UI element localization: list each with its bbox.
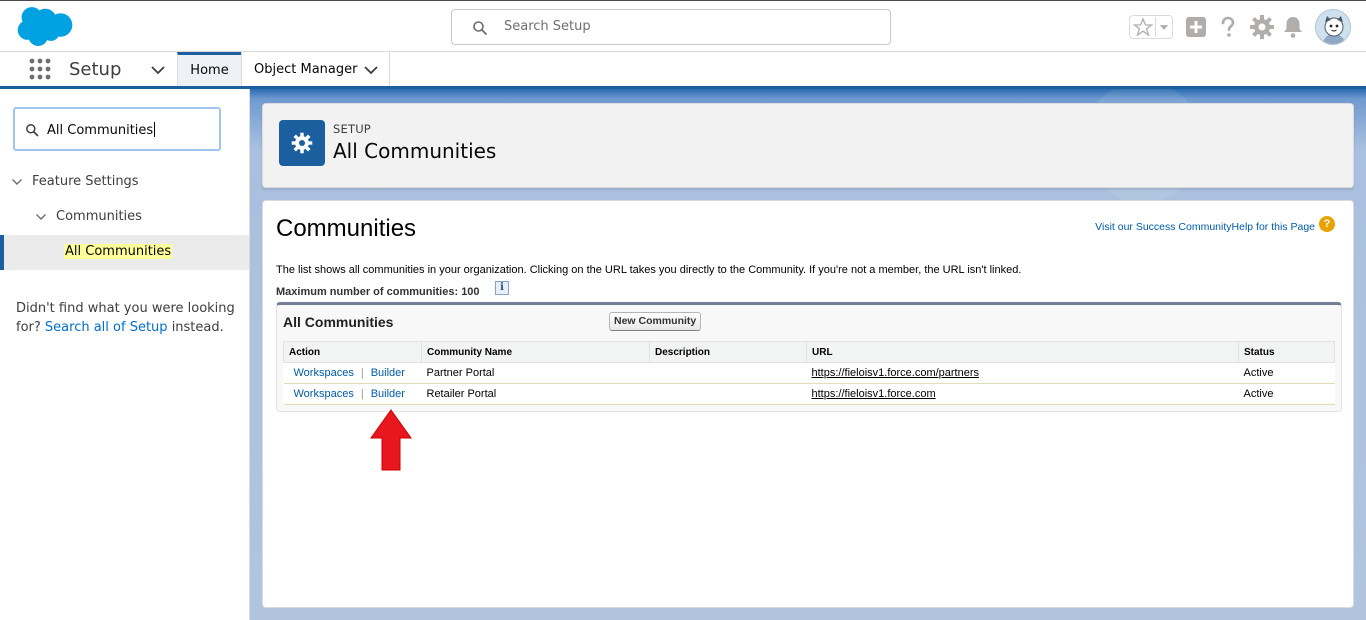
- page-eyebrow: SETUP: [333, 122, 371, 136]
- app-name: Setup: [69, 59, 122, 80]
- column-header-url: URL: [806, 341, 1239, 363]
- action-cell: Workspaces | Builder: [283, 362, 422, 384]
- search-setup-input[interactable]: Search Setup: [451, 9, 891, 45]
- salesforce-logo-icon[interactable]: [16, 7, 74, 47]
- chevron-down-icon[interactable]: [35, 211, 47, 223]
- tree-item-label: Feature Settings: [32, 174, 139, 189]
- tree-item-label: All Communities: [64, 244, 173, 259]
- quick-find-value: All Communities: [47, 122, 156, 138]
- add-icon[interactable]: [1182, 13, 1210, 41]
- page-header: SETUP All Communities: [262, 103, 1354, 188]
- gear-icon: [291, 132, 313, 154]
- search-icon: [473, 21, 487, 35]
- tab-home[interactable]: Home: [177, 52, 241, 86]
- global-header: Search Setup: [0, 0, 1366, 52]
- workspaces-link[interactable]: Workspaces: [294, 367, 354, 379]
- setup-gear-icon: [279, 120, 325, 166]
- tab-object-manager-label: Object Manager: [254, 62, 358, 77]
- app-launcher-icon[interactable]: [29, 58, 51, 80]
- star-icon[interactable]: [1132, 17, 1154, 37]
- help-links: Visit our Success CommunityHelp for this…: [1095, 221, 1315, 233]
- builder-link[interactable]: Builder: [371, 388, 405, 400]
- list-title: All Communities: [283, 314, 394, 330]
- red-up-arrow-annotation-icon: [370, 409, 412, 471]
- context-bar: Setup Home Object Manager: [0, 52, 1366, 89]
- builder-link[interactable]: Builder: [371, 367, 405, 379]
- status-cell: Active: [1238, 362, 1335, 384]
- quick-find-input[interactable]: All Communities: [13, 107, 221, 151]
- tree-item-label: Communities: [56, 209, 142, 224]
- help-for-page-link[interactable]: Help for this Page: [1232, 221, 1315, 233]
- chevron-down-icon[interactable]: [363, 63, 379, 77]
- workspaces-link[interactable]: Workspaces: [294, 388, 354, 400]
- column-header-description: Description: [649, 341, 807, 363]
- column-header-community-name[interactable]: Community Name: [421, 341, 650, 363]
- url-cell: https://fieloisv1.force.com/partners: [806, 362, 1239, 384]
- column-header-action: Action: [283, 341, 422, 363]
- description-text: The list shows all communities in your o…: [276, 264, 1022, 276]
- success-community-link[interactable]: Visit our Success Community: [1095, 221, 1231, 233]
- communities-table: Action Community Name Description URL St…: [283, 341, 1335, 405]
- gear-icon[interactable]: [1248, 13, 1276, 41]
- community-name-cell: Partner Portal: [421, 362, 650, 384]
- communities-content-card: Communities Visit our Success CommunityH…: [262, 200, 1354, 608]
- community-url-link[interactable]: https://fieloisv1.force.com/partners: [812, 367, 980, 379]
- table-row: Workspaces | Builder Partner Portal https:…: [283, 362, 1335, 384]
- tree-item-all-communities[interactable]: All Communities: [0, 235, 249, 270]
- table-header-row: Action Community Name Description URL St…: [283, 341, 1335, 363]
- search-placeholder: Search Setup: [504, 19, 591, 34]
- help-question-icon[interactable]: ?: [1319, 216, 1335, 232]
- tree-item-feature-settings[interactable]: Feature Settings: [0, 165, 249, 200]
- page-title: All Communities: [333, 139, 497, 163]
- tab-home-label: Home: [190, 63, 229, 78]
- community-url-link[interactable]: https://fieloisv1.force.com: [812, 388, 936, 400]
- url-cell: https://fieloisv1.force.com: [806, 383, 1239, 405]
- description-cell: [649, 383, 807, 405]
- tree-item-communities[interactable]: Communities: [0, 200, 249, 235]
- community-name-cell: Retailer Portal: [421, 383, 650, 405]
- not-found-suffix: instead.: [171, 320, 224, 335]
- text-caret: [154, 122, 156, 137]
- favorites-dropdown-icon[interactable]: [1155, 17, 1172, 37]
- all-communities-list-block: All Communities New Community Action Com…: [276, 302, 1342, 412]
- chevron-down-icon[interactable]: [150, 63, 166, 77]
- user-avatar[interactable]: [1315, 9, 1351, 45]
- astro-avatar-icon: [1316, 10, 1350, 44]
- help-icon[interactable]: [1214, 13, 1242, 41]
- not-found-message: Didn't find what you were looking for? S…: [16, 299, 236, 337]
- action-separator: |: [360, 367, 364, 379]
- setup-navigation-panel: All Communities Feature Settings Communi…: [0, 89, 250, 620]
- info-icon[interactable]: i: [495, 281, 509, 295]
- search-icon: [26, 124, 39, 137]
- section-title: Communities: [276, 215, 417, 242]
- column-header-status: Status: [1238, 341, 1335, 363]
- tab-object-manager[interactable]: Object Manager: [241, 52, 390, 86]
- chevron-down-icon[interactable]: [11, 176, 23, 188]
- status-cell: Active: [1238, 383, 1335, 405]
- action-cell: Workspaces | Builder: [283, 383, 422, 405]
- description-cell: [649, 362, 807, 384]
- notifications-bell-icon[interactable]: [1279, 13, 1307, 41]
- action-separator: |: [360, 388, 364, 400]
- table-row: Workspaces | Builder Retailer Portal https…: [283, 383, 1335, 405]
- new-community-button[interactable]: New Community: [609, 312, 702, 331]
- max-communities-label: Maximum number of communities: 100: [276, 286, 480, 298]
- search-all-setup-link[interactable]: Search all of Setup: [45, 320, 168, 335]
- favorites-group: [1129, 15, 1173, 39]
